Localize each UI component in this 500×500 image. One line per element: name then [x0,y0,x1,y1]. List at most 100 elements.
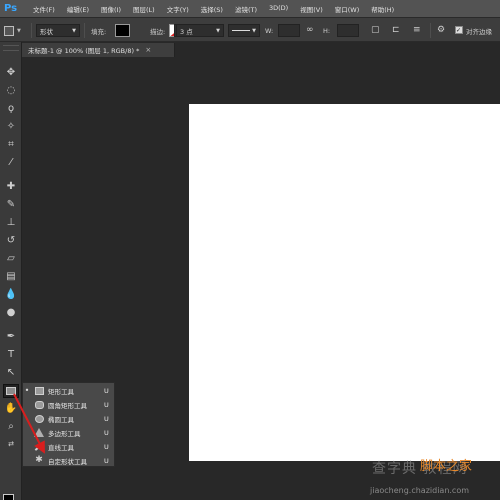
flyout-item-shortcut: U [104,386,109,395]
flyout-item-shortcut: U [104,442,109,451]
tool-mode-select[interactable]: 形状 ▼ [36,24,80,37]
menu-select[interactable]: 选择(S) [195,4,229,14]
magic-wand-icon[interactable]: ✧ [3,120,19,134]
eyedropper-icon[interactable]: ⁄ [3,156,19,170]
menu-type[interactable]: 文字(Y) [161,4,195,14]
photoshop-logo: Ps [3,3,18,14]
menu-window[interactable]: 窗口(W) [329,4,366,14]
document-canvas[interactable] [189,104,500,461]
flyout-item-label: 自定形状工具 [48,457,87,466]
height-label: H: [323,26,331,35]
flyout-item-line[interactable]: 直线工具 U [23,440,116,453]
menu-view[interactable]: 视图(V) [294,4,329,14]
chevron-down-icon: ▼ [72,27,76,34]
rectangle-icon [34,386,44,395]
menu-bar: Ps 文件(F) 编辑(E) 图像(I) 图层(L) 文字(Y) 选择(S) 滤… [0,0,500,17]
shape-tools-flyout: • 矩形工具 U 圆角矩形工具 U 椭圆工具 U 多边形工具 U 直线工具 U … [22,382,115,467]
blur-tool-icon[interactable]: 💧 [3,288,19,302]
marquee-tool-icon[interactable]: ◌ [3,84,19,98]
healing-brush-icon[interactable]: ✚ [3,180,19,194]
ellipse-icon [34,414,44,423]
fill-label: 填充: [91,27,107,36]
tools-panel: ✥ ◌ ϙ ✧ ⌗ ⁄ ✚ ✎ ⊥ ↺ ▱ ▤ 💧 ● ✒ T ↖ ✋ ⌕ ⇄ [0,42,22,500]
path-operations-icon[interactable]: ▢ [371,25,382,36]
flyout-item-rounded-rectangle[interactable]: 圆角矩形工具 U [23,398,116,411]
foreground-color-swatch[interactable] [3,494,14,500]
watermark-url: jiaocheng.chazidian.com [370,486,470,495]
menu-image[interactable]: 图像(I) [95,4,127,14]
align-edges-checkbox[interactable]: ✓ [455,26,463,34]
flyout-item-custom-shape[interactable]: ✱ 自定形状工具 U [23,454,116,467]
rounded-rectangle-icon [34,400,44,409]
divider [84,23,85,38]
flyout-item-ellipse[interactable]: 椭圆工具 U [23,412,116,425]
path-alignment-icon[interactable]: ⊏ [392,25,403,36]
rectangle-tool-button[interactable] [3,384,19,398]
stroke-width-select[interactable]: 3 点 ▼ [176,24,224,37]
gear-icon[interactable]: ⚙ [437,25,448,36]
crop-tool-icon[interactable]: ⌗ [3,138,19,152]
height-field[interactable] [337,24,359,37]
document-tab-strip: 未标题-1 @ 100% (图层 1, RGB/8) * × [22,42,500,57]
flyout-item-shortcut: U [104,414,109,423]
lasso-tool-icon[interactable]: ϙ [3,102,19,116]
divider [430,23,431,38]
stroke-line-icon [232,29,250,32]
custom-shape-icon: ✱ [35,455,43,465]
divider [31,23,32,38]
rectangle-tool-icon [4,25,14,36]
document-tab[interactable]: 未标题-1 @ 100% (图层 1, RGB/8) * × [22,43,175,57]
tool-mode-value: 形状 [40,27,53,36]
width-label: W: [265,26,274,35]
line-icon [34,442,44,451]
clone-stamp-icon[interactable]: ⊥ [3,216,19,230]
rectangle-icon [6,387,16,395]
gradient-tool-icon[interactable]: ▤ [3,270,19,284]
chevron-down-icon: ▼ [216,27,220,34]
stroke-label: 描边: [150,27,166,36]
chevron-down-icon: ▼ [252,27,256,34]
eraser-tool-icon[interactable]: ▱ [3,252,19,266]
path-arrangement-icon[interactable]: ≡ [413,25,424,36]
flyout-item-polygon[interactable]: 多边形工具 U [23,426,116,439]
align-edges-label: 对齐边缘 [466,27,492,36]
flyout-item-shortcut: U [104,456,109,465]
flyout-item-rectangle[interactable]: • 矩形工具 U [23,384,116,397]
flyout-item-label: 直线工具 [48,443,74,452]
watermark-brand: 脚本之家 [420,459,473,474]
swap-colors-icon[interactable]: ⇄ [3,437,19,451]
selected-bullet-icon: • [24,386,30,395]
move-tool-icon[interactable]: ✥ [3,66,19,80]
menu-3d[interactable]: 3D(D) [263,4,294,14]
flyout-item-shortcut: U [104,428,109,437]
menu-help[interactable]: 帮助(H) [365,4,400,14]
flyout-item-label: 多边形工具 [48,429,81,438]
panel-grip[interactable] [3,45,19,51]
brush-tool-icon[interactable]: ✎ [3,198,19,212]
history-brush-icon[interactable]: ↺ [3,234,19,248]
menu-filter[interactable]: 滤镜(T) [229,4,263,14]
menu-layer[interactable]: 图层(L) [127,4,161,14]
pen-tool-icon[interactable]: ✒ [3,330,19,344]
path-selection-icon[interactable]: ↖ [3,366,19,380]
flyout-item-shortcut: U [104,400,109,409]
flyout-item-label: 圆角矩形工具 [48,401,87,410]
link-icon[interactable]: ∞ [306,25,317,36]
document-tab-title: 未标题-1 @ 100% (图层 1, RGB/8) * [28,47,140,55]
width-field[interactable] [278,24,300,37]
tool-preset-picker[interactable]: ▼ [4,18,28,43]
stroke-type-select[interactable]: ▼ [228,24,260,37]
menu-file[interactable]: 文件(F) [27,4,61,14]
zoom-tool-icon[interactable]: ⌕ [3,420,19,434]
options-bar: ▼ 形状 ▼ 填充: 描边: 3 点 ▼ ▼ W: ∞ H: ▢ ⊏ ≡ ⚙ ✓… [0,17,500,42]
dodge-tool-icon[interactable]: ● [3,306,19,320]
stroke-width-value: 3 点 [180,27,193,36]
flyout-item-label: 矩形工具 [48,387,74,396]
fill-color-swatch[interactable] [115,24,130,37]
menu-items: 文件(F) 编辑(E) 图像(I) 图层(L) 文字(Y) 选择(S) 滤镜(T… [27,4,400,14]
hand-tool-icon[interactable]: ✋ [3,402,19,416]
close-icon[interactable]: × [145,46,151,54]
menu-edit[interactable]: 编辑(E) [61,4,95,14]
flyout-item-label: 椭圆工具 [48,415,74,424]
type-tool-icon[interactable]: T [3,348,19,362]
